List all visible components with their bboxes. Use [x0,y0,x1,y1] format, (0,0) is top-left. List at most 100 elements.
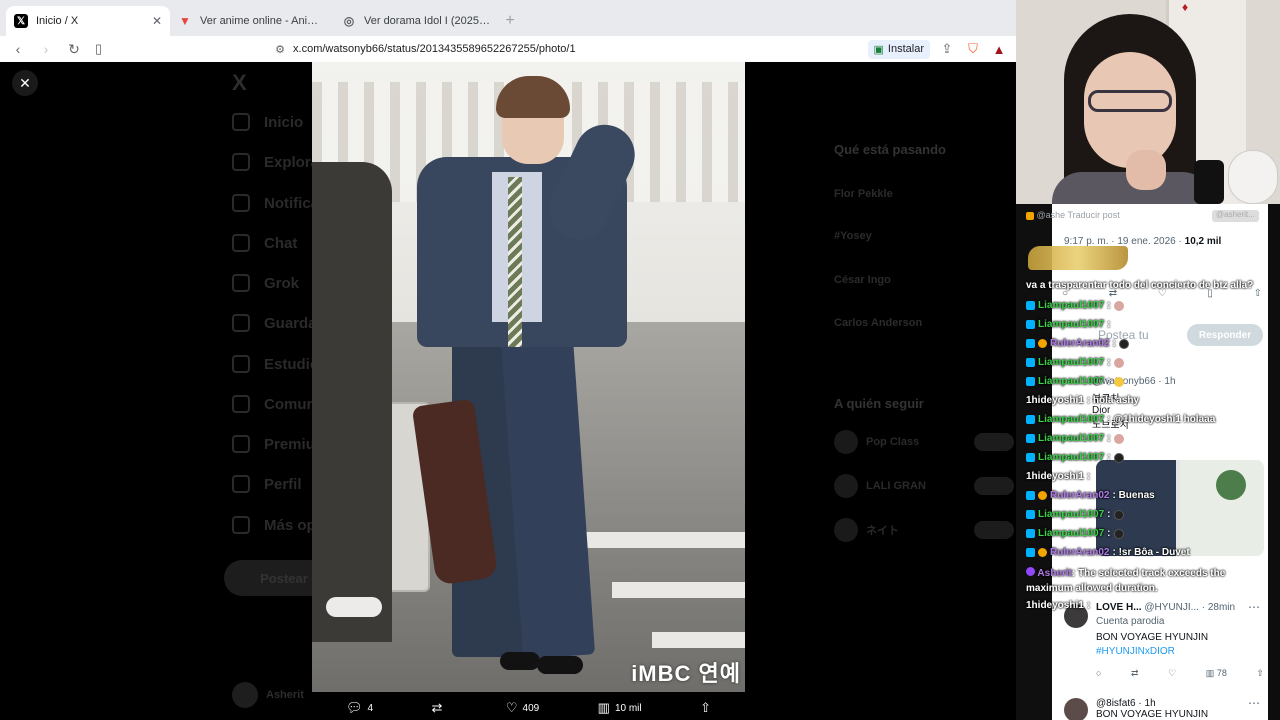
trend-item[interactable]: #Yosey [834,230,872,242]
webcam-feed: ♦ [1016,0,1280,204]
follow-button[interactable] [974,521,1014,539]
chat-message: Liampaul1007: [1026,452,1124,463]
views-button[interactable]: ▥ 10 mil [598,700,642,716]
media-thumbnail [1180,460,1264,556]
reply-count: 4 [367,702,374,714]
bookmark-icon[interactable]: ▯ [95,41,102,57]
nav-item-6[interactable]: Estudio [232,355,319,373]
follow-suggestion[interactable]: LALI GRAN [834,474,1014,498]
gold-badge-icon [1038,548,1047,557]
post-header: @8isfat6 · 1h BON VOYAGE HYUNJIN [1096,698,1208,720]
brave-shield-icon[interactable]: ⛉ [964,40,982,58]
chat-text: : [1107,319,1111,330]
nav-item-1[interactable]: Explorar [232,153,325,171]
scrollbar[interactable] [1268,204,1280,720]
chat-username[interactable]: RulerAran02 [1050,338,1109,349]
views-button[interactable]: ▥ 78 [1206,668,1227,679]
reload-icon[interactable]: ↻ [64,39,84,59]
avatar [834,430,858,454]
site-settings-icon[interactable]: ⚙ [275,43,285,56]
chat-username[interactable]: Asherit [1037,568,1071,579]
like-button[interactable]: ♡ 409 [506,700,539,716]
nav-item-9[interactable]: Perfil [232,475,302,493]
trend-item[interactable]: César Ingo [834,274,891,286]
share-icon[interactable]: ⇧ [1256,668,1264,679]
chat-message: RulerAran02: !sr Bôa - Duvet [1026,547,1190,558]
close-icon[interactable]: ✕ [152,14,162,28]
chat-username[interactable]: Liampaul1007 [1038,509,1104,520]
follow-suggestion[interactable]: Pop Class [834,430,1014,454]
chat-text: : [1107,509,1111,520]
share-icon[interactable]: ⇧ [1254,288,1262,299]
chat-username[interactable]: 1hideyoshi1 [1026,395,1084,406]
install-button[interactable]: ▣ Instalar [867,39,930,59]
chat-message: va a trasparentar todo del concierto de … [1026,280,1253,291]
tab-title: Ver dorama Idol I (2025) online comp [364,15,490,27]
chat-message: Liampaul1007: [1026,509,1124,520]
share-icon[interactable]: ⇪ [938,40,956,58]
chat-username[interactable]: Liampaul1007 [1038,528,1104,539]
url-text[interactable]: x.com/watsonyb66/status/2013435589652267… [293,43,851,55]
right-column: Qué está pasando Flor Pekkle #Yosey Césa… [834,62,1016,720]
reply-button[interactable]: 💬︎ 4 [346,700,373,716]
heart-icon[interactable]: ♡ [1168,668,1176,679]
post-views: 10,2 mil [1184,236,1222,247]
close-photo-button[interactable]: ✕ [12,70,38,96]
share-button[interactable]: ⇧ [700,700,711,716]
chat-username[interactable]: Liampaul1007 [1038,452,1104,463]
follow-button[interactable] [974,477,1014,495]
black-shoe [500,652,540,670]
x-page: X InicioExplorarNotificacionesChatGrokGu… [0,62,1016,720]
post-text: BON VOYAGE HYUNJIN [1096,632,1209,643]
follow-suggestion[interactable]: ネイト [834,518,1014,542]
x-logo-icon[interactable]: X [232,70,247,96]
chat-username[interactable]: 1hideyoshi1 [1026,471,1084,482]
badge-icon [1026,211,1034,220]
chat-username[interactable]: Liampaul1007 [1038,300,1104,311]
chart-icon: ▥ [597,700,610,715]
chat-username[interactable]: Liampaul1007 [1038,414,1104,425]
chat-username[interactable]: Liampaul1007 [1038,376,1104,387]
reply-icon[interactable]: ○ [1096,668,1101,679]
chat-username[interactable]: Liampaul1007 [1038,433,1104,444]
view-count: 10 mil [614,702,642,714]
repost-icon[interactable]: ⇄ [1131,668,1139,679]
repost-button[interactable]: ⇄ [432,700,448,716]
tab-animefenix[interactable]: ▼ Ver anime online - AnimeFénix [170,6,334,36]
trend-item[interactable]: Flor Pekkle [834,188,893,200]
new-tab-button[interactable]: + [498,6,522,36]
trend-item[interactable]: Carlos Anderson [834,317,922,329]
tab-dorama[interactable]: ◎ Ver dorama Idol I (2025) online comp [334,6,498,36]
hashtag-link[interactable]: #HYUNJINxDIOR [1096,646,1175,657]
follow-button[interactable] [974,433,1014,451]
nav-item-0[interactable]: Inicio [232,113,303,131]
more-icon[interactable]: ⋯ [1248,696,1260,710]
feed-post[interactable]: LOVE H... @HYUNJI... · 28min ⋯ Cuenta pa… [1052,596,1268,720]
chat-username[interactable]: RulerAran02 [1050,490,1109,501]
nav-item-3[interactable]: Chat [232,234,297,252]
account-switcher[interactable]: Asherit [232,682,304,708]
install-label: Instalar [887,43,924,55]
address-bar[interactable]: ▯ ⚙ x.com/watsonyb66/status/201343558965… [95,38,860,60]
post-photo[interactable]: iMBC 연예 [312,62,745,692]
chat-username[interactable]: 1hideyoshi1 [1026,600,1084,611]
communities-icon [232,395,250,413]
tab-x-inicio[interactable]: 𝕏 Inicio / X ✕ [6,6,170,36]
search-icon [232,153,250,171]
brave-rewards-icon[interactable]: ▲ [990,40,1008,58]
chat-username[interactable]: Liampaul1007 [1038,357,1104,368]
striped-tie [508,177,522,347]
chat-username[interactable]: Liampaul1007 [1038,319,1104,330]
globe-icon: ◎ [343,14,355,28]
respond-button[interactable]: Responder [1187,324,1263,346]
browser-toolbar: ‹ › ↻ ▯ ⚙ x.com/watsonyb66/status/201343… [0,36,1016,62]
chat-username[interactable]: RulerAran02 [1050,547,1109,558]
back-icon[interactable]: ‹ [8,39,28,59]
view-count: 78 [1216,668,1227,678]
more-icon[interactable]: ⋯ [1248,600,1260,614]
reply-media[interactable] [1096,460,1264,556]
forward-icon[interactable]: › [36,39,56,59]
nav-item-4[interactable]: Grok [232,274,299,292]
white-shoe [326,597,382,617]
follow-name: LALI GRAN [866,480,926,492]
